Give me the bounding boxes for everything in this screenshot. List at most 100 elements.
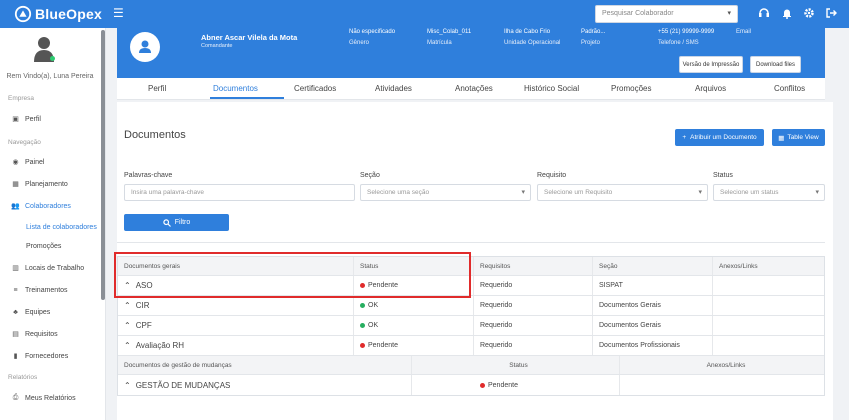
section-cell: Documentos Gerais [593, 296, 713, 315]
sidebar-item-label: Locais de Trabalho [25, 264, 85, 272]
print-version-button[interactable]: Versão de Impressão [679, 56, 743, 73]
tab-perfil[interactable]: Perfil [148, 84, 166, 93]
status-cell: OK [354, 316, 474, 335]
divider [117, 242, 825, 243]
highlight-box [114, 252, 471, 298]
status-label: Status [713, 172, 733, 179]
chevron-up-icon[interactable]: ⌃ [124, 341, 131, 350]
doc-name-cell: ⌃ Avaliação RH [118, 336, 354, 355]
gender-value: Não especificado [349, 29, 396, 35]
req-cell: Requerido [474, 316, 593, 335]
chevron-down-icon: ▾ [521, 189, 525, 196]
phone-label: Telefone / SMS [658, 40, 699, 46]
status-text: Pendente [368, 342, 398, 349]
search-collaborator-select[interactable]: Pesquisar Colaborador ▾ [595, 5, 738, 23]
keywords-input[interactable]: Insira uma palavra-chave [124, 184, 355, 201]
plus-icon: + [682, 134, 687, 141]
profile-role: Comandante [201, 43, 233, 49]
sidebar-scrollbar[interactable] [101, 30, 105, 300]
chevron-up-icon[interactable]: ⌃ [124, 301, 131, 310]
sidebar-item-label: Meus Relatórios [25, 394, 76, 402]
sidebar-item-colaboradores[interactable]: 👥 Colaboradores [0, 198, 100, 214]
sidebar-item-label: Planejamento [25, 180, 68, 188]
users-icon: 👥 [11, 203, 20, 210]
sidebar-item-requisitos[interactable]: ▤ Requisitos [0, 326, 100, 342]
sidebar-item-fornecedores[interactable]: ▮ Fornecedores [0, 348, 100, 364]
doc-name: CIR [135, 301, 150, 310]
unit-value: Ilha de Cabo Frio [504, 29, 551, 35]
sidebar-item-label: Perfil [25, 115, 41, 123]
assign-document-label: Atribuir um Documento [690, 134, 757, 141]
sidebar-item-planejamento[interactable]: ▦ Planejamento [0, 176, 100, 192]
table-view-button[interactable]: ▦ Table View [772, 129, 825, 146]
chevron-up-icon[interactable]: ⌃ [124, 381, 131, 390]
status-text: OK [368, 322, 379, 329]
table-row[interactable]: ⌃ Avaliação RH Pendente Requerido Documen… [118, 336, 824, 356]
profile-name: Abner Ascar Vilela da Mota [201, 33, 298, 42]
table-row[interactable]: ⌃ CIR OK Requerido Documentos Gerais [118, 296, 824, 316]
doc-name-cell: ⌃ CIR [118, 296, 354, 315]
assign-document-button[interactable]: + Atribuir um Documento [675, 129, 764, 146]
section-cell: Documentos Gerais [593, 316, 713, 335]
tab-promocoes[interactable]: Promoções [611, 84, 651, 93]
status-placeholder: Selecione um status [720, 189, 779, 196]
logo-icon [14, 5, 32, 23]
doc-name-cell: ⌃ CPF [118, 316, 354, 335]
status-dot [360, 323, 365, 328]
sidebar-item-meus-relatorios[interactable]: ⎙ Meus Relatórios [0, 390, 100, 406]
keywords-placeholder: Insira uma palavra-chave [131, 189, 204, 196]
unit-label: Unidade Operacional [504, 40, 561, 46]
sidebar-item-treinamentos[interactable]: ≡ Treinamentos [0, 282, 100, 298]
section-cell: SISPAT [593, 276, 713, 295]
briefcase-icon: ▮ [13, 353, 18, 360]
tab-conflitos[interactable]: Conflitos [774, 84, 805, 93]
user-icon [139, 40, 151, 53]
tab-atividades[interactable]: Atividades [375, 84, 412, 93]
tab-documentos[interactable]: Documentos [213, 84, 258, 93]
sidebar-item-equipes[interactable]: ♣ Equipes [0, 304, 100, 320]
active-tab-indicator [210, 97, 284, 99]
table-row[interactable]: ⌃ CPF OK Requerido Documentos Gerais [118, 316, 824, 336]
status-dot [480, 382, 485, 388]
headset-icon[interactable] [758, 7, 770, 19]
gear-icon[interactable] [803, 7, 815, 19]
matricula-value: Misc_Colab_011 [427, 29, 472, 35]
section-select[interactable]: Selecione uma seção ▾ [360, 184, 531, 201]
sidebar-item-painel[interactable]: ◉ Painel [0, 154, 100, 170]
project-label: Projeto [581, 40, 601, 46]
doc-name-cell: ⌃ GESTÃO DE MUDANÇAS [118, 375, 412, 395]
brand[interactable]: BlueOpex [14, 5, 102, 23]
logout-icon[interactable] [825, 7, 837, 19]
attachments-cell [713, 336, 826, 355]
top-bar: BlueOpex ☰ Pesquisar Colaborador ▾ [0, 0, 849, 28]
sidebar-item-perfil[interactable]: ▣ Perfil [0, 111, 100, 127]
search-icon [163, 218, 171, 227]
req-cell: Requerido [474, 336, 593, 355]
chevron-up-icon[interactable]: ⌃ [124, 321, 131, 330]
doc-name: Avaliação RH [135, 341, 185, 350]
status-text: Pendente [488, 381, 518, 389]
filter-label: Filtro [174, 219, 191, 226]
bell-icon[interactable] [781, 7, 793, 19]
tab-certificados[interactable]: Certificados [294, 84, 336, 93]
tab-historico-social[interactable]: Histórico Social [524, 84, 579, 93]
sidebar-subitem-promocoes[interactable]: Promoções [26, 243, 61, 250]
table-row[interactable]: ⌃ GESTÃO DE MUDANÇAS Pendente [118, 375, 824, 395]
requirement-select[interactable]: Selecione um Requisito ▾ [537, 184, 708, 201]
profile-avatar [130, 32, 160, 62]
online-status-dot [50, 56, 55, 61]
menu-icon[interactable]: ☰ [113, 7, 125, 19]
calendar-icon: ▦ [12, 181, 19, 188]
tab-arquivos[interactable]: Arquivos [695, 84, 726, 93]
sidebar-item-label: Fornecedores [25, 352, 69, 360]
download-files-button[interactable]: Download files [750, 56, 801, 73]
tab-anotacoes[interactable]: Anotações [455, 84, 493, 93]
sidebar-section-relatorios: Relatórios [8, 374, 38, 381]
sidebar-item-locais[interactable]: ▥ Locais de Trabalho [0, 260, 100, 276]
status-select[interactable]: Selecione um status ▾ [713, 184, 825, 201]
section-label: Seção [360, 172, 380, 179]
chevron-down-icon: ▾ [815, 189, 819, 196]
filter-button[interactable]: Filtro [124, 214, 229, 231]
sidebar-subitem-lista[interactable]: Lista de colaboradores [26, 224, 97, 231]
table-view-label: Table View [787, 134, 819, 141]
